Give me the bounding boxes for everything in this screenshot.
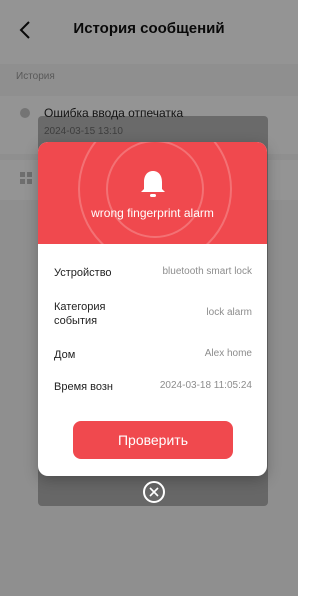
detail-value: 2024-03-18 11:05:24 [159, 380, 252, 391]
detail-row-device: Устройство bluetooth smart lock [54, 266, 252, 286]
detail-value: bluetooth smart lock [162, 266, 253, 277]
message-history-screen: История сообщений История Ошибка ввода о… [0, 0, 298, 596]
detail-label: Категория события [54, 301, 106, 327]
alarm-dialog: wrong fingerprint alarm Устройство bluet… [38, 142, 267, 476]
detail-value: Alex home [204, 348, 252, 359]
alarm-header: wrong fingerprint alarm [38, 142, 267, 244]
detail-row-category: Категория события lock alarm [54, 300, 252, 330]
check-button[interactable]: Проверить [73, 421, 233, 459]
detail-label: Время возн [54, 381, 113, 393]
detail-value: lock alarm [206, 307, 252, 318]
scroll-fade [38, 396, 267, 416]
detail-label: Устройство [54, 267, 112, 279]
close-button[interactable] [143, 481, 165, 503]
alarm-title: wrong fingerprint alarm [91, 206, 214, 220]
detail-label: Дом [54, 349, 76, 361]
close-icon [149, 487, 159, 497]
bell-icon [141, 171, 165, 197]
detail-row-home: Дом Alex home [54, 348, 252, 368]
